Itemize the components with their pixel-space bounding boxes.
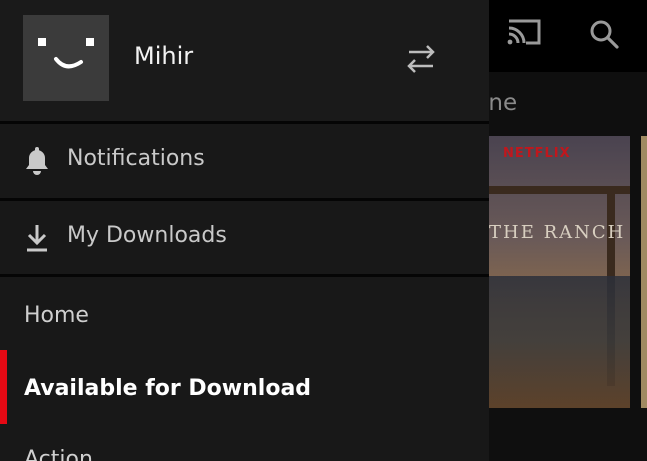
next-poster[interactable] [641,136,647,408]
profile-header: Mihir [0,0,489,121]
poster-title: THE RANCH [489,222,626,243]
nav-item-home[interactable]: Home [24,303,89,328]
navigation-drawer: Mihir Notifications My Downloads Home Av… [0,0,489,461]
cast-icon[interactable] [506,17,542,47]
switch-profile-icon[interactable] [400,38,442,80]
menu-item-my-downloads[interactable]: My Downloads [0,201,489,275]
menu-item-label: My Downloads [67,223,227,248]
bell-icon [26,147,48,175]
search-icon[interactable] [588,18,620,50]
poster-brand-logo: NETFLIX [503,146,571,161]
divider [0,274,489,277]
menu-item-notifications[interactable]: Notifications [0,124,489,198]
profile-name[interactable]: Mihir [134,42,193,70]
menu-item-label: Notifications [67,146,205,171]
poster-artwork [489,276,630,408]
nav-item-available-for-download[interactable]: Available for Download [24,376,311,401]
nav-item-action[interactable]: Action [24,447,93,461]
profile-avatar[interactable] [23,15,109,101]
smiley-avatar-icon [38,38,94,69]
download-icon [27,225,47,252]
ranch-poster[interactable]: NETFLIX THE RANCH [489,136,630,408]
active-indicator [0,350,7,424]
